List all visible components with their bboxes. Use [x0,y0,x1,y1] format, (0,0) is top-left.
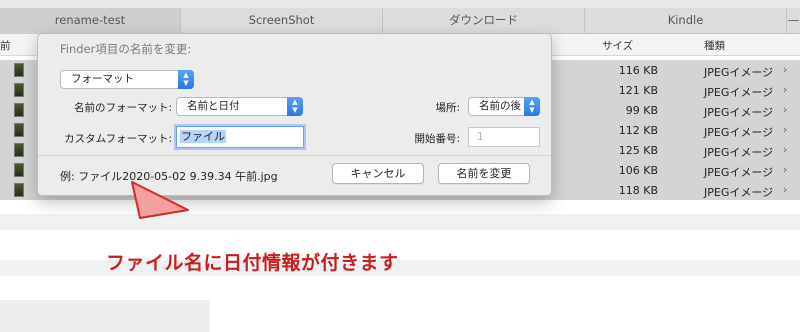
annotation-caption: ファイル名に日付情報が付きます [106,252,399,274]
popup-stepper-icon: ▲ ▼ [524,97,540,116]
rename-mode-popup[interactable]: フォーマット ▲ ▼ [60,70,194,89]
name-format-label: 名前のフォーマット: [73,102,172,114]
image-thumbnail [14,143,24,157]
start-number-field[interactable]: 1 [468,127,540,147]
image-thumbnail [14,103,24,117]
start-number-label: 開始番号: [414,133,460,145]
location-label: 場所: [435,102,460,114]
column-name[interactable]: 前 [0,38,11,53]
rename-dialog: Finder項目の名前を変更: フォーマット ▲ ▼ 名前のフォーマット: 名前と… [37,33,552,196]
file-size: 125 KB [618,144,658,157]
image-thumbnail [14,63,24,77]
rename-button[interactable]: 名前を変更 [438,163,530,184]
column-kind[interactable]: 種類 [704,38,725,53]
annotation-pointer [131,181,189,219]
popup-stepper-icon: ▲ ▼ [287,97,303,116]
start-number-placeholder: 1 [477,131,484,143]
file-kind: JPEGイメージ [704,126,774,139]
file-kind: JPEGイメージ [704,166,774,179]
file-size: 112 KB [618,124,658,137]
sidebar-fragment [0,300,210,332]
name-format-value: 名前と日付 [187,100,240,112]
chevron-right-icon[interactable]: › [783,183,787,196]
chevron-right-icon[interactable]: › [783,63,787,76]
name-format-popup[interactable]: 名前と日付 ▲ ▼ [176,97,303,116]
file-kind: JPEGイメージ [704,186,774,199]
empty-row-stripe [0,214,800,230]
custom-format-value: ファイル [180,130,226,143]
file-kind: JPEGイメージ [704,146,774,159]
location-popup[interactable]: 名前の後 ▲ ▼ [468,97,540,116]
custom-format-field[interactable]: ファイル [176,126,304,148]
dialog-divider [38,155,551,156]
dialog-title: Finder項目の名前を変更: [60,42,192,56]
file-size: 106 KB [618,164,658,177]
location-value: 名前の後 [479,100,521,112]
tab-more[interactable]: — [786,8,800,34]
rename-mode-value: フォーマット [71,73,134,85]
image-thumbnail [14,123,24,137]
finder-tab-bar: rename-test ScreenShot ダウンロード Kindle — [0,0,800,34]
image-thumbnail [14,163,24,177]
image-thumbnail [14,183,24,197]
file-size: 121 KB [618,84,658,97]
chevron-right-icon[interactable]: › [783,143,787,156]
custom-format-label: カスタムフォーマット: [64,133,172,145]
file-size: 99 KB [625,104,658,117]
file-size: 118 KB [618,184,658,197]
file-size: 116 KB [618,64,658,77]
tab-downloads[interactable]: ダウンロード [382,8,584,34]
popup-stepper-icon: ▲ ▼ [178,70,194,89]
file-kind: JPEGイメージ [704,106,774,119]
tab-rename-test[interactable]: rename-test [0,8,180,34]
file-kind: JPEGイメージ [704,86,774,99]
column-size[interactable]: サイズ [602,38,633,53]
chevron-right-icon[interactable]: › [783,83,787,96]
chevron-right-icon[interactable]: › [783,103,787,116]
tab-screenshot[interactable]: ScreenShot [180,8,382,34]
file-kind: JPEGイメージ [704,66,774,79]
toolbar-strip [0,0,800,8]
chevron-right-icon[interactable]: › [783,163,787,176]
tab-kindle[interactable]: Kindle [584,8,786,34]
chevron-right-icon[interactable]: › [783,123,787,136]
image-thumbnail [14,83,24,97]
cancel-button[interactable]: キャンセル [332,163,424,184]
